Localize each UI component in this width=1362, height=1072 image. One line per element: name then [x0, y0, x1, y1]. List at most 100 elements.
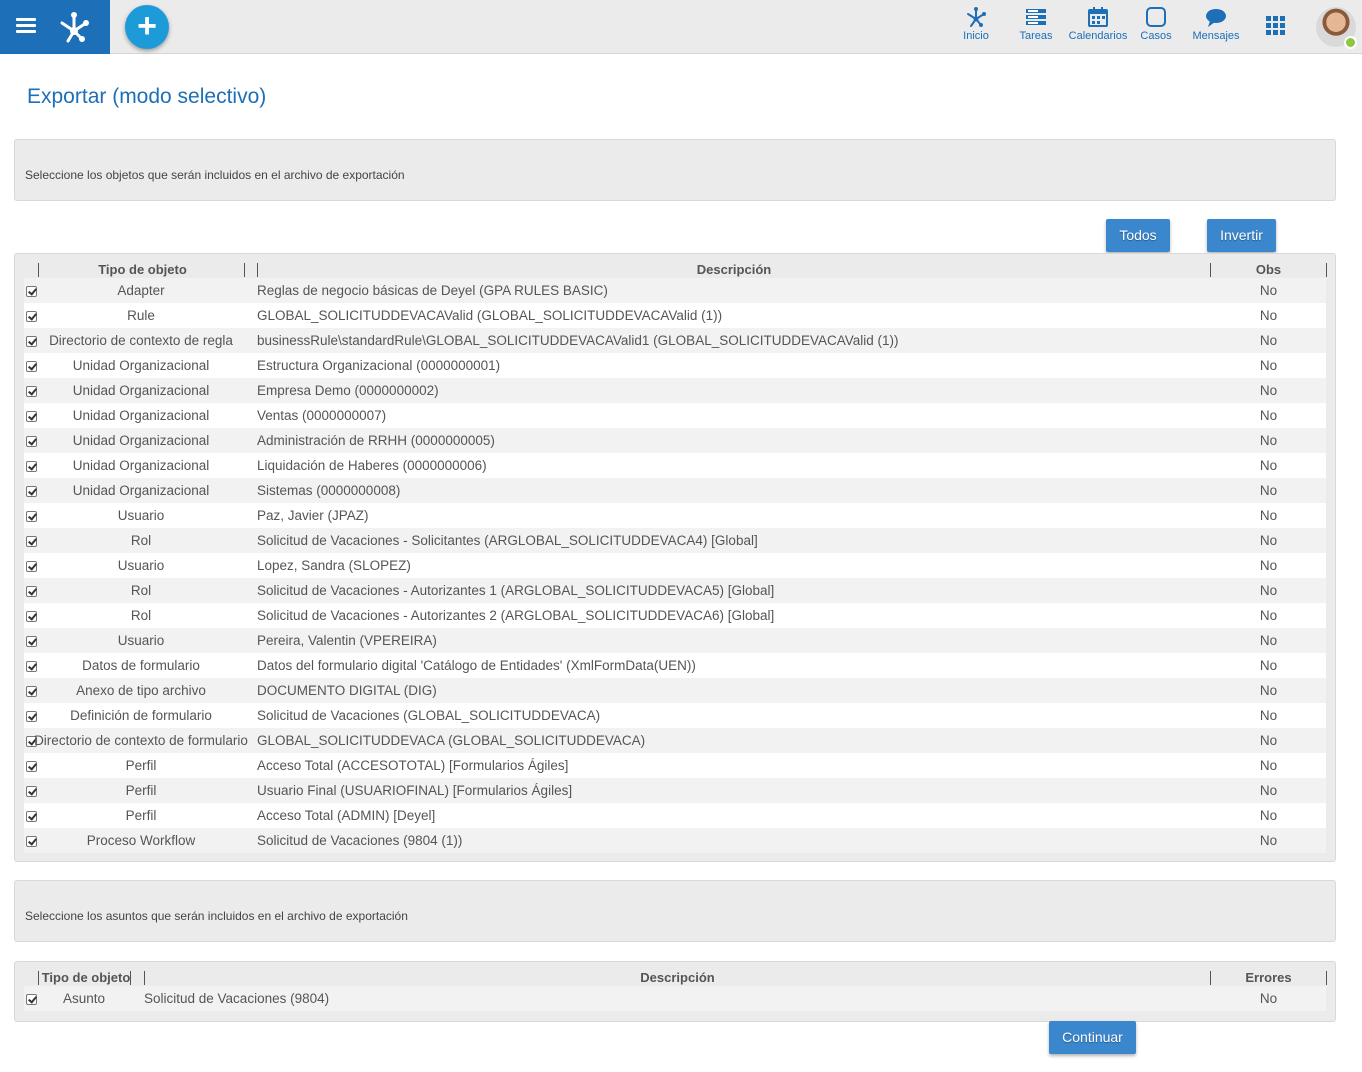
row-description: Solicitud de Vacaciones - Autorizantes 2… [257, 608, 775, 623]
row-type: Rol [130, 533, 152, 548]
row-description: Pereira, Valentin (VPEREIRA) [257, 633, 437, 648]
objects-info-panel: Seleccione los objetos que serán incluid… [14, 139, 1336, 201]
row-description: Paz, Javier (JPAZ) [257, 508, 369, 523]
message-icon [1206, 9, 1226, 27]
row-type: Unidad Organizacional [72, 483, 210, 498]
header-obs[interactable]: Obs [1211, 262, 1326, 278]
row-obs: No [1259, 308, 1278, 323]
row-type: Unidad Organizacional [72, 408, 210, 423]
table-row[interactable]: Datos de formulario Datos del formulario … [24, 653, 1326, 678]
row-type: Usuario [117, 633, 165, 648]
table-row[interactable]: Adapter Reglas de negocio básicas de Deye… [24, 278, 1326, 303]
table-row[interactable]: Perfil Usuario Final (USUARIOFINAL) [Form… [24, 778, 1326, 803]
table-row[interactable]: Unidad Organizacional Estructura Organiza… [24, 353, 1326, 378]
nav-calendarios[interactable]: Calendarios [1066, 6, 1130, 50]
row-type: Perfil [125, 783, 157, 798]
table-row[interactable]: Rol Solicitud de Vacaciones - Solicitante… [24, 528, 1326, 553]
table-row[interactable]: Perfil Acceso Total (ACCESOTOTAL) [Formul… [24, 753, 1326, 778]
row-type: Anexo de tipo archivo [76, 683, 206, 698]
table-row[interactable]: Definición de formulario Solicitud de Vac… [24, 703, 1326, 728]
table-row[interactable]: Rule GLOBAL_SOLICITUDDEVACAValid (GLOBAL_… [24, 303, 1326, 328]
nav-casos[interactable]: Casos [1138, 6, 1174, 50]
row-obs: No [1259, 683, 1278, 698]
deyel-logo-icon[interactable] [56, 9, 92, 45]
table-row[interactable]: Directorio de contexto de regla businessR… [24, 328, 1326, 353]
nav-label: Mensajes [1192, 30, 1240, 42]
row-obs: No [1259, 508, 1278, 523]
table-row[interactable]: Unidad Organizacional Liquidación de Habe… [24, 453, 1326, 478]
invertir-button[interactable]: Invertir [1207, 219, 1276, 252]
apps-grid-icon[interactable] [1266, 16, 1286, 36]
table-row[interactable]: Unidad Organizacional Sistemas (000000000… [24, 478, 1326, 503]
row-type: Rule [127, 308, 155, 323]
brand-area [0, 0, 110, 54]
row-obs: No [1259, 383, 1278, 398]
subjects-table-header: Tipo de objeto Descripción Errores [24, 970, 1327, 986]
tasks-icon [1026, 9, 1046, 25]
row-type: Perfil [125, 758, 157, 773]
subjects-table-body: Tipo de objeto Descripción Errores Asunt… [24, 970, 1327, 1011]
row-type: Unidad Organizacional [72, 433, 210, 448]
cases-icon [1146, 7, 1166, 27]
hamburger-menu-icon[interactable] [16, 18, 36, 34]
calendar-icon [1088, 7, 1108, 27]
row-description: Acceso Total (ACCESOTOTAL) [Formularios … [257, 758, 569, 773]
process-icon [967, 7, 986, 27]
row-description: Lopez, Sandra (SLOPEZ) [257, 558, 411, 573]
row-obs: No [1259, 358, 1278, 373]
table-row[interactable]: Usuario Pereira, Valentin (VPEREIRA) No [24, 628, 1326, 653]
header-errores[interactable]: Errores [1211, 970, 1326, 986]
row-obs: No [1259, 283, 1278, 298]
nav-tareas[interactable]: Tareas [1016, 6, 1056, 50]
table-row[interactable]: Usuario Lopez, Sandra (SLOPEZ) No [24, 553, 1326, 578]
nav-inicio[interactable]: Inicio [956, 6, 996, 50]
table-row[interactable]: Unidad Organizacional Administración de R… [24, 428, 1326, 453]
subjects-info-panel: Seleccione los asuntos que serán incluid… [14, 880, 1336, 942]
row-type: Proceso Workflow [86, 833, 196, 848]
row-checkbox[interactable] [26, 994, 37, 1005]
nav-mensajes[interactable]: Mensajes [1190, 6, 1242, 50]
row-obs: No [1259, 658, 1278, 673]
objects-table-body: Tipo de objeto Descripción Obs Adapter Re… [24, 262, 1327, 853]
row-type: Rol [130, 583, 152, 598]
table-row[interactable]: Directorio de contexto de formulario GLOB… [24, 728, 1326, 753]
table-row[interactable]: Usuario Paz, Javier (JPAZ) No [24, 503, 1326, 528]
table-row[interactable]: Proceso Workflow Solicitud de Vacaciones … [24, 828, 1326, 853]
table-row[interactable]: Rol Solicitud de Vacaciones - Autorizante… [24, 578, 1326, 603]
table-row[interactable]: Perfil Acceso Total (ADMIN) [Deyel] No [24, 803, 1326, 828]
table-row[interactable]: Asunto Solicitud de Vacaciones (9804) No [24, 986, 1326, 1011]
todos-button[interactable]: Todos [1106, 219, 1170, 252]
continuar-button[interactable]: Continuar [1049, 1021, 1136, 1054]
header-descripcion[interactable]: Descripción [145, 970, 1210, 986]
row-errors: No [1259, 991, 1278, 1006]
subjects-table: Tipo de objeto Descripción Errores Asunt… [14, 961, 1336, 1022]
page-title: Exportar (modo selectivo) [27, 85, 267, 108]
header-descripcion[interactable]: Descripción [258, 262, 1210, 278]
row-obs: No [1259, 458, 1278, 473]
row-description: Ventas (0000000007) [257, 408, 387, 423]
nav-label: Inicio [963, 30, 989, 42]
row-description: Reglas de negocio básicas de Deyel (GPA … [257, 283, 608, 298]
add-button[interactable]: + [125, 5, 169, 49]
row-description: Acceso Total (ADMIN) [Deyel] [257, 808, 436, 823]
nav-label: Calendarios [1068, 30, 1128, 42]
row-description: Solicitud de Vacaciones (9804) [144, 991, 330, 1006]
header-tipo-objeto[interactable]: Tipo de objeto [40, 262, 245, 278]
row-type: Unidad Organizacional [72, 383, 210, 398]
objects-info-message: Seleccione los objetos que serán incluid… [25, 168, 405, 182]
row-type: Unidad Organizacional [72, 358, 210, 373]
objects-table-header: Tipo de objeto Descripción Obs [24, 262, 1327, 278]
online-status-icon [1344, 36, 1357, 49]
header-tipo-objeto[interactable]: Tipo de objeto [40, 970, 132, 986]
row-description: Usuario Final (USUARIOFINAL) [Formulario… [257, 783, 573, 798]
subjects-info-message: Seleccione los asuntos que serán incluid… [25, 909, 408, 923]
table-row[interactable]: Anexo de tipo archivo DOCUMENTO DIGITAL (… [24, 678, 1326, 703]
row-obs: No [1259, 758, 1278, 773]
row-description: Solicitud de Vacaciones (GLOBAL_SOLICITU… [257, 708, 601, 723]
row-description: Sistemas (0000000008) [257, 483, 401, 498]
table-row[interactable]: Unidad Organizacional Empresa Demo (00000… [24, 378, 1326, 403]
row-type: Directorio de contexto de regla [49, 333, 233, 348]
table-row[interactable]: Rol Solicitud de Vacaciones - Autorizante… [24, 603, 1326, 628]
table-row[interactable]: Unidad Organizacional Ventas (0000000007)… [24, 403, 1326, 428]
row-description: businessRule\standardRule\GLOBAL_SOLICIT… [257, 333, 899, 348]
